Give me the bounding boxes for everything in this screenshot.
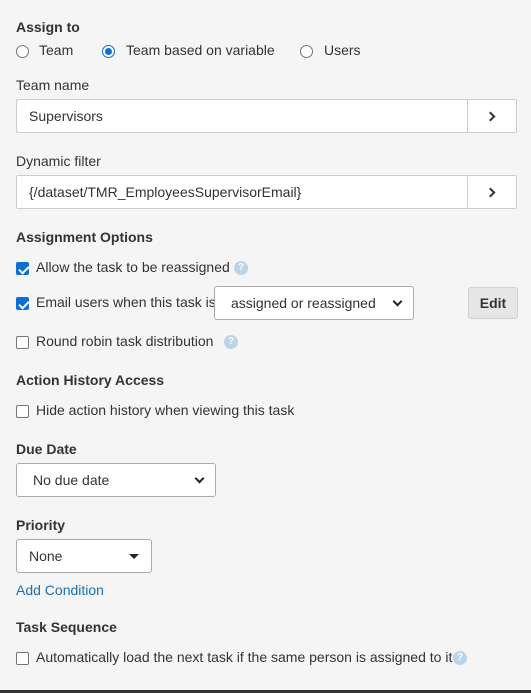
email-trigger-select[interactable]: assigned or reassigned (214, 286, 414, 320)
due-date-select-value: No due date (33, 472, 110, 488)
caret-down-icon (129, 554, 139, 559)
hide-history-checkbox[interactable] (16, 405, 29, 418)
assign-to-title: Assign to (16, 19, 80, 35)
task-sequence-title: Task Sequence (16, 619, 117, 635)
chevron-right-icon (485, 187, 496, 197)
email-users-checkbox[interactable] (16, 297, 29, 310)
radio-users[interactable] (300, 45, 313, 58)
allow-reassign-checkbox[interactable] (16, 262, 29, 275)
dynamic-filter-browse-button[interactable] (467, 175, 517, 209)
radio-users-label: Users (324, 42, 361, 58)
radio-team[interactable] (16, 45, 29, 58)
email-users-label: Email users when this task is (36, 294, 216, 310)
email-trigger-select-value: assigned or reassigned (231, 295, 376, 311)
radio-team-based-on-variable[interactable] (102, 45, 115, 58)
chevron-down-icon (194, 473, 205, 484)
team-name-browse-button[interactable] (467, 99, 517, 133)
auto-load-label: Automatically load the next task if the … (36, 649, 453, 665)
priority-title: Priority (16, 517, 66, 533)
allow-reassign-label: Allow the task to be reassigned (36, 259, 230, 275)
edit-email-button[interactable]: Edit (468, 287, 518, 319)
chevron-down-icon (392, 296, 403, 307)
dynamic-filter-label: Dynamic filter (16, 153, 101, 169)
radio-team-label: Team (39, 42, 74, 58)
chevron-right-icon (485, 111, 496, 121)
radio-team-based-on-variable-label: Team based on variable (126, 42, 275, 58)
auto-load-checkbox[interactable] (16, 652, 29, 665)
help-icon[interactable]: ? (234, 261, 248, 275)
team-name-input[interactable]: Supervisors (16, 99, 468, 133)
dynamic-filter-input[interactable]: {/dataset/TMR_EmployeesSupervisorEmail} (16, 175, 468, 209)
team-name-label: Team name (16, 77, 90, 93)
assignment-options-title: Assignment Options (16, 229, 153, 245)
help-icon[interactable]: ? (453, 651, 467, 665)
priority-select[interactable]: None (16, 539, 152, 573)
due-date-select[interactable]: No due date (16, 463, 216, 497)
round-robin-label: Round robin task distribution (36, 333, 214, 349)
action-history-title: Action History Access (16, 372, 165, 388)
round-robin-checkbox[interactable] (16, 336, 29, 349)
due-date-title: Due Date (16, 441, 77, 457)
priority-select-value: None (29, 548, 63, 564)
add-condition-link[interactable]: Add Condition (16, 582, 104, 598)
help-icon[interactable]: ? (224, 335, 238, 349)
hide-history-label: Hide action history when viewing this ta… (36, 402, 295, 418)
